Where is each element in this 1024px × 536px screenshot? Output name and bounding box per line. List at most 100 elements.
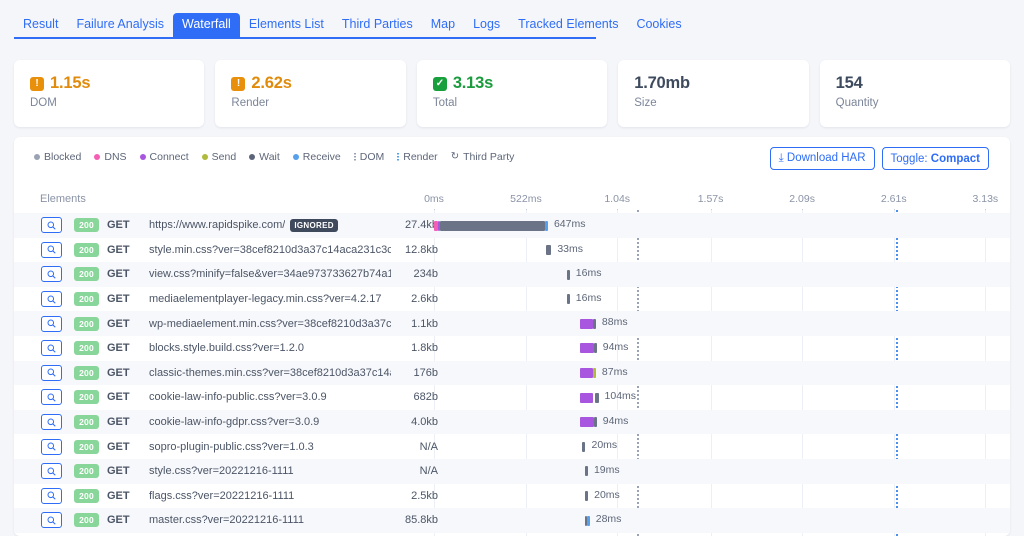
waterfall-segment-receive	[587, 515, 590, 526]
tab-elements-list[interactable]: Elements List	[240, 13, 333, 37]
stat-value-row: ! 1.15s	[30, 74, 188, 93]
stat-value-row: 1.70mb	[634, 74, 792, 93]
waterfall-segment-connect	[580, 392, 594, 403]
legend-dot-icon	[292, 154, 299, 160]
search-icon[interactable]	[41, 315, 62, 332]
tab-third-parties[interactable]: Third Parties	[333, 13, 422, 37]
request-method: GET	[107, 416, 130, 429]
tab-waterfall[interactable]: Waterfall	[172, 13, 240, 37]
search-icon[interactable]	[41, 340, 62, 357]
table-row[interactable]: 200 GET https://www.rapidspike.com/IGNORED…	[14, 213, 1010, 238]
search-icon[interactable]	[41, 438, 62, 455]
request-url: style.css?ver=20221216-1111	[149, 465, 294, 478]
warning-icon: !	[30, 76, 44, 91]
search-icon[interactable]	[41, 364, 62, 381]
table-row[interactable]: 200 GET style.min.css?ver=38cef8210d3a37c1…	[14, 238, 1010, 263]
tab-failure-analysis[interactable]: Failure Analysis	[67, 13, 173, 37]
waterfall-duration-label: 20ms	[594, 488, 620, 501]
waterfall-bar: 87ms	[434, 361, 1010, 386]
table-row[interactable]: 200 GET style.css?ver=20221216-1111 N/A 19ms	[14, 458, 1010, 484]
request-size: 1.8kb	[411, 342, 438, 355]
search-icon[interactable]	[41, 512, 62, 529]
legend-dot-icon	[249, 154, 256, 160]
toggle-compact-button[interactable]: Toggle: Compact	[881, 147, 989, 170]
request-size: 12.8kb	[404, 243, 438, 256]
request-size: 682b	[413, 391, 438, 404]
axis-tick-label: 2.61s	[880, 193, 907, 205]
request-method: GET	[107, 243, 130, 256]
request-rows: 200 GET https://www.rapidspike.com/IGNORED…	[14, 213, 1010, 533]
tab-cookies[interactable]: Cookies	[627, 13, 690, 37]
table-row[interactable]: 200 GET flags.css?ver=20221216-1111 2.5kb 20…	[14, 484, 1010, 509]
table-row[interactable]: 200 GET blocks.style.build.css?ver=1.2.0 1.…	[14, 336, 1010, 361]
axis-tick-label: 1.57s	[697, 193, 724, 205]
waterfall-duration-label: 94ms	[602, 414, 629, 427]
waterfall-bar: 16ms	[434, 262, 1010, 287]
table-row[interactable]: 200 GET mediaelementplayer-legacy.min.css?…	[14, 287, 1010, 312]
waterfall-segment-wait	[545, 245, 552, 256]
search-icon[interactable]	[41, 463, 62, 480]
download-har-button[interactable]: ⤓ Download HAR	[769, 147, 875, 170]
tab-map[interactable]: Map	[422, 13, 464, 37]
waterfall-duration-label: 19ms	[593, 463, 620, 476]
tab-logs[interactable]: Logs	[464, 13, 509, 37]
legend-dot-icon	[201, 154, 208, 160]
legend-label: Third Party	[463, 151, 515, 163]
tab-tracked-elements[interactable]: Tracked Elements	[509, 13, 627, 37]
search-icon[interactable]	[41, 266, 62, 283]
stat-value-row: ! 2.62s	[231, 74, 389, 93]
panel-actions: ⤓ Download HAR Toggle: Compact	[769, 147, 989, 170]
stat-label: Render	[231, 97, 270, 109]
legend-item-render: Render	[397, 151, 438, 163]
table-row[interactable]: 200 GET wp-mediaelement.min.css?ver=38cef8…	[14, 311, 1010, 336]
search-icon[interactable]	[41, 389, 62, 406]
table-row[interactable]: 200 GET sopro-plugin-public.css?ver=1.0.3 N…	[14, 434, 1010, 459]
stat-card-render: ! 2.62s Render	[215, 60, 406, 127]
request-size: 27.4kb	[404, 219, 438, 232]
request-url: https://www.rapidspike.com/	[149, 219, 286, 232]
table-row[interactable]: 200 GET cookie-law-info-gdpr.css?ver=3.0.9…	[14, 409, 1010, 435]
table-row[interactable]: 200 GET cookie-law-info-public.css?ver=3.0…	[14, 385, 1010, 410]
status-badge: 200	[74, 513, 99, 528]
waterfall-segment-wait	[584, 466, 588, 477]
axis-tick-label: 522ms	[510, 193, 542, 205]
request-size: N/A	[419, 465, 438, 478]
status-badge: 200	[74, 218, 99, 233]
search-icon[interactable]	[41, 291, 62, 308]
request-method: GET	[107, 391, 130, 404]
stat-value: 154	[835, 74, 863, 92]
waterfall-bar: 94ms	[434, 410, 1010, 435]
axis-tick-label: 0ms	[424, 193, 444, 205]
legend-dashed-line-icon	[353, 152, 356, 162]
legend-item-send: Send	[201, 151, 236, 163]
stat-value-row: ✓ 3.13s	[432, 74, 591, 93]
waterfall-panel: Blocked DNS Connect Send Wait Receive DOM Rende…	[14, 137, 1010, 536]
table-row[interactable]: 200 GET view.css?minify=false&ver=34ae9737…	[14, 262, 1010, 287]
table-header: Elements 0ms 522ms 1.04s 1.57s 2.09s 2.61s 3.1…	[14, 193, 1010, 214]
search-icon[interactable]	[41, 414, 62, 431]
table-row[interactable]: 200 GET master.css?ver=20221216-1111 85.8kb…	[14, 508, 1010, 533]
waterfall-duration-label: 28ms	[595, 513, 622, 526]
status-badge: 200	[74, 316, 99, 331]
legend-dot-icon	[139, 154, 146, 160]
stat-value: 3.13s	[452, 74, 494, 92]
legend-dashed-line-icon	[397, 152, 400, 162]
search-icon[interactable]	[41, 241, 62, 258]
tab-result[interactable]: Result	[14, 13, 67, 37]
waterfall-bar: 28ms	[434, 508, 1010, 533]
waterfall-bar: 20ms	[434, 484, 1010, 509]
stat-value-row: 154	[836, 74, 994, 93]
table-row[interactable]: 200 GET classic-themes.min.css?ver=38cef82…	[14, 360, 1010, 386]
request-size: 85.8kb	[404, 514, 438, 527]
search-icon[interactable]	[41, 217, 62, 234]
stat-value: 1.15s	[50, 74, 91, 92]
waterfall-segment-connect	[580, 368, 594, 379]
stat-card-quantity: 154 Quantity	[819, 60, 1011, 127]
stat-label: DOM	[30, 97, 57, 109]
status-badge: 200	[74, 341, 99, 356]
axis-tick-label: 3.13s	[972, 193, 999, 205]
search-icon[interactable]	[41, 487, 62, 504]
request-method: GET	[107, 317, 130, 330]
waterfall-segment-wait	[566, 294, 570, 305]
status-badge: 200	[74, 365, 99, 380]
